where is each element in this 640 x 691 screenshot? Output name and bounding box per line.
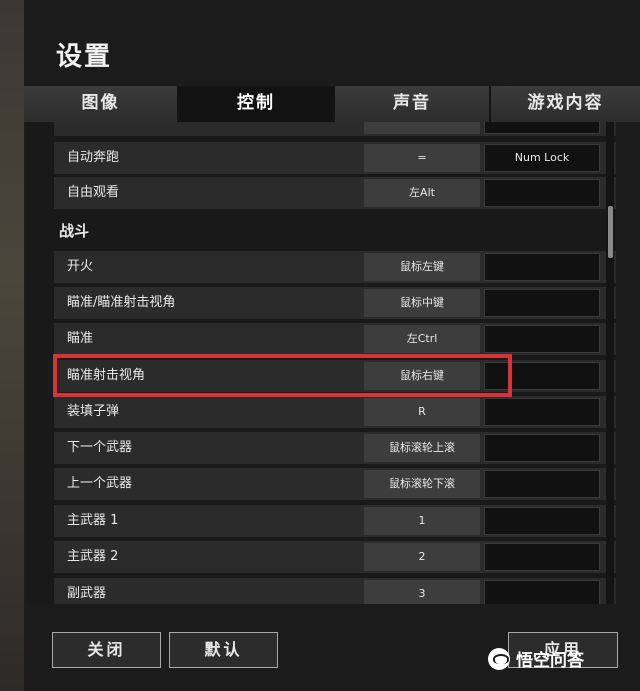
page-title: 设置 [56,42,113,72]
tab-gameplay[interactable]: 游戏内容 [491,86,640,122]
close-button[interactable]: 关闭 [52,632,161,668]
keybind-row: 装填子弹 R [54,396,616,428]
section-heading-combat: 战斗 [59,222,90,240]
primary-key-slot[interactable]: 鼠标滚轮上滚 [364,434,480,462]
secondary-key-slot[interactable] [484,325,600,353]
keybind-row: 瞄准/瞄准射击视角 鼠标中键 [54,287,616,319]
primary-key-slot[interactable]: 左Alt [364,179,480,207]
secondary-key-slot[interactable] [484,122,600,134]
secondary-key-slot[interactable]: Num Lock [484,144,600,172]
secondary-key-slot[interactable] [484,434,600,462]
keybind-label: 自动奔跑 [67,150,120,165]
keybind-row: 上一个武器 鼠标滚轮下滚 [54,468,616,500]
keybind-label: 开火 [67,259,94,274]
keybind-row: 主武器 2 2 [54,541,616,573]
keybind-row-selected: 瞄准射击视角 鼠标右键 [54,360,616,392]
tab-sound[interactable]: 声音 [335,86,491,122]
secondary-key-slot[interactable] [484,289,600,317]
scrollbar-track[interactable] [606,122,614,604]
keybind-list[interactable]: 自动奔跑 = Num Lock 自由观看 左Alt 战斗 开火 鼠标左键 瞄准/… [26,122,616,604]
keybind-row [54,122,616,136]
keybind-row: 自由观看 左Alt [54,177,616,209]
primary-key-slot[interactable]: = [364,144,480,172]
keybind-label: 自由观看 [67,185,120,200]
watermark-text: 悟空问答 [516,651,584,671]
primary-key-slot[interactable]: R [364,398,480,426]
primary-key-slot[interactable]: 鼠标右键 [364,362,480,390]
keybind-label: 下一个武器 [67,440,133,455]
keybind-label: 瞄准/瞄准射击视角 [67,295,176,310]
primary-key-slot[interactable]: 左Ctrl [364,325,480,353]
wukong-logo-icon [488,647,510,670]
keybind-label: 上一个武器 [67,476,133,491]
secondary-key-slot[interactable] [484,507,600,535]
keybind-label: 瞄准射击视角 [67,368,146,383]
keybind-label: 主武器 1 [67,513,119,528]
secondary-key-slot[interactable] [484,362,600,390]
background-left [0,0,26,691]
default-button[interactable]: 默认 [169,632,278,668]
primary-key-slot[interactable]: 鼠标中键 [364,289,480,317]
watermark: 悟空问答 [488,646,584,671]
keybind-row: 副武器 3 [54,578,616,604]
primary-key-slot[interactable]: 鼠标左键 [364,253,480,281]
keybind-label: 瞄准 [67,331,94,346]
tab-graphics[interactable]: 图像 [24,86,179,122]
keybind-row: 主武器 1 1 [54,505,616,537]
tab-controls[interactable]: 控制 [179,86,335,122]
primary-key-slot[interactable] [364,122,480,134]
primary-key-slot[interactable]: 2 [364,543,480,571]
keybind-row: 瞄准 左Ctrl [54,323,616,355]
keybind-label: 装填子弹 [67,404,120,419]
keybind-row: 开火 鼠标左键 [54,251,616,283]
keybind-row: 自动奔跑 = Num Lock [54,142,616,174]
primary-key-slot[interactable]: 鼠标滚轮下滚 [364,470,480,498]
keybind-label: 副武器 [67,586,107,601]
keybind-row: 下一个武器 鼠标滚轮上滚 [54,432,616,464]
primary-key-slot[interactable]: 1 [364,507,480,535]
secondary-key-slot[interactable] [484,580,600,604]
scrollbar-thumb[interactable] [608,206,613,258]
secondary-key-slot[interactable] [484,470,600,498]
secondary-key-slot[interactable] [484,253,600,281]
keybind-label: 主武器 2 [67,549,119,564]
primary-key-slot[interactable]: 3 [364,580,480,604]
tab-bar: 图像 控制 声音 游戏内容 [24,86,640,122]
secondary-key-slot[interactable] [484,179,600,207]
secondary-key-slot[interactable] [484,398,600,426]
secondary-key-slot[interactable] [484,543,600,571]
